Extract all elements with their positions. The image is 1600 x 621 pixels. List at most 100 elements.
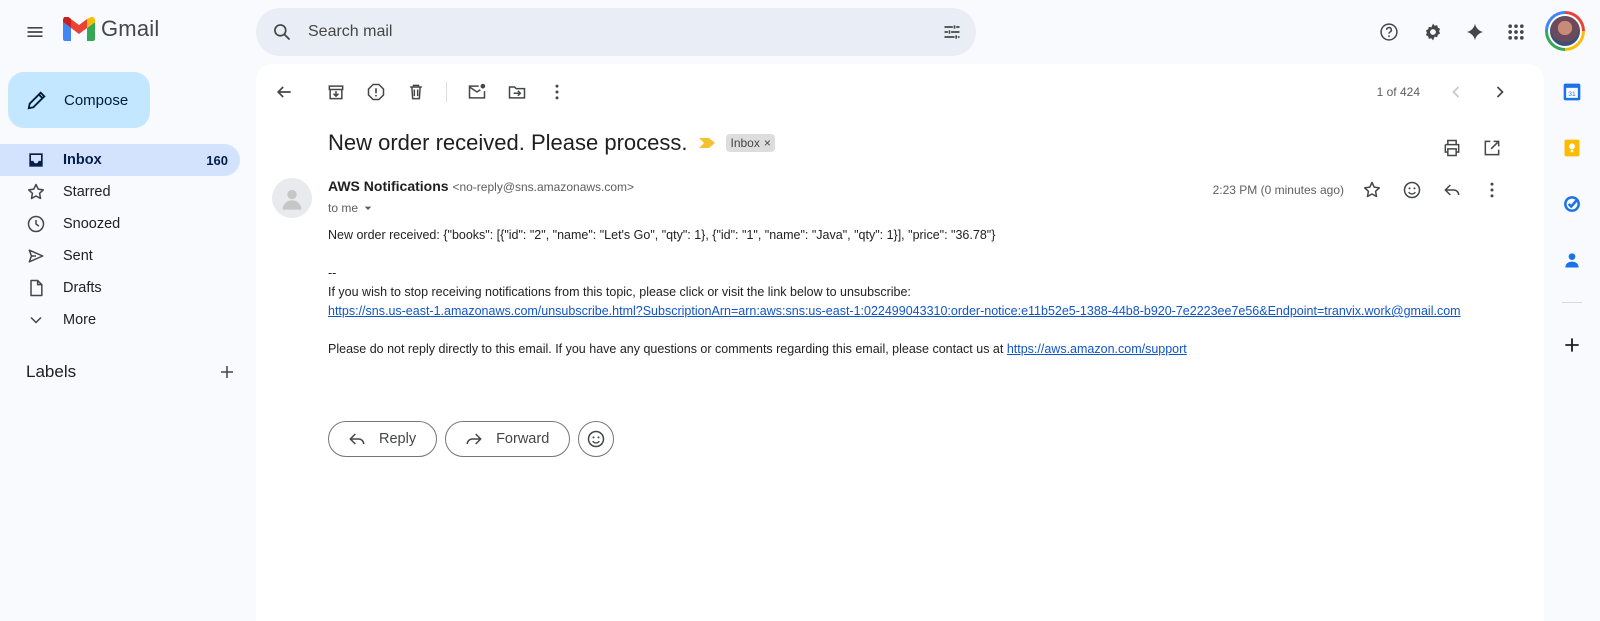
body-order-line: New order received: {"books": [{"id": "2…: [328, 228, 996, 242]
newer-button[interactable]: [1436, 72, 1476, 112]
sidebar-item-label: Snoozed: [63, 216, 121, 232]
sidebar-item-more[interactable]: More: [0, 304, 240, 336]
print-button[interactable]: [1432, 128, 1472, 168]
archive-icon: [328, 85, 344, 100]
reply-action-button[interactable]: Reply: [328, 421, 438, 457]
caret-down-icon[interactable]: [360, 200, 376, 216]
sidebar-item-label: More: [63, 312, 97, 328]
apps-button[interactable]: [1496, 12, 1536, 52]
get-addons-button[interactable]: [1544, 317, 1600, 373]
sender-line: AWS Notifications <no-reply@sns.amazonaw…: [328, 178, 634, 194]
reply-button[interactable]: [1432, 170, 1472, 210]
person-icon: [282, 189, 302, 210]
sidebar-item-snoozed[interactable]: Snoozed: [0, 208, 240, 240]
inbox-unread-count: 160: [206, 152, 228, 168]
help-icon: [1380, 23, 1398, 41]
report-icon: [367, 83, 385, 101]
tasks-app-button[interactable]: [1544, 176, 1600, 232]
sidebar-item-label: Inbox: [63, 152, 102, 168]
pagination-text: 1 of 424: [1376, 85, 1420, 99]
sidebar-item-label: Drafts: [63, 280, 102, 296]
back-button[interactable]: [264, 72, 304, 112]
message-meta: 2:23 PM (0 minutes ago): [1213, 170, 1512, 210]
archive-button[interactable]: [316, 72, 356, 112]
compose-button[interactable]: Compose: [8, 72, 150, 128]
thread-actions: [1432, 128, 1512, 168]
message-time: 2:23 PM (0 minutes ago): [1212, 183, 1344, 197]
add-reaction-button[interactable]: [1392, 170, 1432, 210]
recipient-details[interactable]: to me: [328, 200, 376, 216]
calendar-app-button[interactable]: 31: [1544, 64, 1600, 120]
forward-action-button[interactable]: Forward: [445, 421, 571, 457]
plus-icon: [1565, 338, 1579, 352]
clock-icon: [27, 215, 45, 233]
reply-icon: [349, 433, 365, 445]
emoji-reaction-button[interactable]: [578, 421, 615, 457]
chevron-right-icon: [1496, 86, 1504, 98]
star-icon: [1363, 181, 1381, 198]
older-button[interactable]: [1480, 72, 1520, 112]
search-button[interactable]: [262, 12, 302, 52]
email-body: New order received: {"books": [{"id": "2…: [328, 226, 1528, 359]
search-bar[interactable]: [256, 8, 976, 56]
calendar-icon: 31: [1563, 83, 1581, 101]
sidebar-item-starred[interactable]: Starred: [0, 176, 240, 208]
gmail-m-icon: [63, 17, 95, 41]
message-toolbar: [264, 72, 577, 112]
tasks-icon: [1564, 196, 1580, 212]
gmail-logo[interactable]: Gmail: [63, 16, 159, 42]
body-noreply-text: Please do not reply directly to this ema…: [328, 342, 1007, 356]
gemini-button[interactable]: [1455, 12, 1495, 52]
more-actions-button[interactable]: [537, 72, 577, 112]
delete-button[interactable]: [396, 72, 436, 112]
star-button[interactable]: [1352, 170, 1392, 210]
star-icon: [27, 183, 45, 200]
main-menu-button[interactable]: [15, 12, 55, 52]
emoji-icon: [588, 430, 605, 448]
report-spam-button[interactable]: [356, 72, 396, 112]
sender-email: <no-reply@sns.amazonaws.com>: [452, 180, 635, 194]
sidebar-item-inbox[interactable]: Inbox 160: [0, 144, 240, 176]
remove-label-icon[interactable]: ×: [764, 137, 771, 149]
sender-name[interactable]: AWS Notifications: [328, 178, 449, 194]
settings-button[interactable]: [1413, 12, 1453, 52]
account-avatar[interactable]: [1545, 11, 1585, 51]
sidebar-item-drafts[interactable]: Drafts: [0, 272, 240, 304]
send-icon: [28, 249, 44, 263]
search-options-button[interactable]: [932, 12, 972, 52]
message-more-button[interactable]: [1472, 170, 1512, 210]
keep-app-button[interactable]: [1544, 120, 1600, 176]
label-chip-inbox[interactable]: Inbox ×: [725, 134, 775, 152]
svg-text:31: 31: [1568, 91, 1576, 98]
app-name: Gmail: [101, 16, 160, 41]
important-marker-icon[interactable]: [698, 137, 716, 149]
contacts-app-button[interactable]: [1544, 232, 1600, 288]
reply-actions: Reply Forward: [328, 421, 615, 457]
mark-unread-button[interactable]: [457, 72, 497, 112]
compose-label: Compose: [64, 91, 129, 109]
open-new-window-button[interactable]: [1472, 128, 1512, 168]
forward-icon: [466, 433, 482, 445]
search-input[interactable]: [308, 12, 908, 52]
gear-icon: [1425, 23, 1441, 41]
support-button[interactable]: [1369, 12, 1409, 52]
open-in-new-icon: [1484, 140, 1500, 156]
chevron-down-icon: [30, 316, 42, 324]
keep-icon: [1564, 139, 1580, 157]
create-label-button[interactable]: [218, 363, 236, 381]
emoji-icon: [1403, 181, 1421, 199]
sender-avatar[interactable]: [272, 178, 312, 218]
mark-unread-icon: [468, 83, 486, 99]
draft-icon: [30, 279, 43, 297]
sidebar-item-sent[interactable]: Sent: [0, 240, 240, 272]
subject-row: New order received. Please process. Inbo…: [328, 130, 775, 156]
hamburger-menu-icon: [27, 27, 43, 37]
plus-icon: [221, 366, 233, 378]
unsubscribe-link[interactable]: https://sns.us-east-1.amazonaws.com/unsu…: [328, 304, 1461, 318]
apps-grid-icon: [1508, 24, 1524, 40]
inbox-icon: [29, 153, 43, 167]
support-link[interactable]: https://aws.amazon.com/support: [1007, 342, 1187, 356]
move-to-button[interactable]: [497, 72, 537, 112]
